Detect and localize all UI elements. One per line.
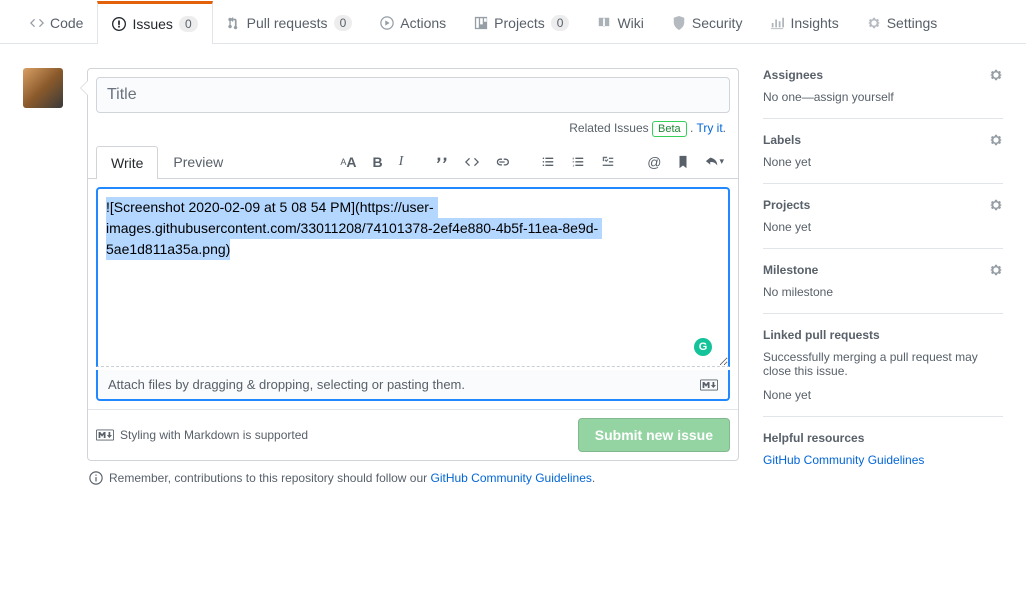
bookmark-icon[interactable]: [671, 151, 695, 173]
info-icon: [89, 471, 103, 485]
avatar[interactable]: [23, 68, 63, 108]
related-issues-label: Related Issues: [569, 121, 648, 135]
code-icon[interactable]: [459, 151, 485, 173]
attach-hint-text: Attach files by dragging & dropping, sel…: [108, 377, 465, 392]
assignees-title: Assignees: [763, 68, 823, 82]
grammarly-icon[interactable]: G: [694, 338, 712, 356]
graph-icon: [770, 16, 784, 30]
labels-title: Labels: [763, 133, 801, 147]
milestone-title: Milestone: [763, 263, 818, 277]
quote-icon[interactable]: [429, 151, 455, 173]
unordered-list-icon[interactable]: [535, 151, 561, 173]
tab-pulls-label: Pull requests: [247, 15, 328, 31]
projects-count: 0: [551, 15, 570, 31]
tab-pulls[interactable]: Pull requests 0: [213, 0, 367, 43]
shield-icon: [672, 16, 686, 30]
tab-wiki[interactable]: Wiki: [583, 0, 657, 43]
assignees-none: No one—: [763, 90, 814, 104]
bold-icon[interactable]: B: [366, 150, 388, 174]
task-list-icon[interactable]: [595, 151, 621, 173]
labels-none: None yet: [763, 155, 1003, 169]
mention-icon[interactable]: @: [641, 150, 667, 174]
linked-title: Linked pull requests: [763, 328, 880, 342]
tab-projects[interactable]: Projects 0: [460, 0, 583, 43]
tab-wiki-label: Wiki: [617, 15, 643, 31]
link-icon[interactable]: [489, 151, 515, 173]
tab-actions[interactable]: Actions: [366, 0, 460, 43]
gear-icon[interactable]: [989, 263, 1003, 277]
tab-code[interactable]: Code: [16, 0, 97, 43]
markdown-toolbar: AA B I @ ▾: [334, 150, 730, 174]
code-icon: [30, 16, 44, 30]
sidebar-linked-prs: Linked pull requests Successfully mergin…: [763, 314, 1003, 417]
italic-icon[interactable]: I: [393, 150, 410, 174]
repo-nav: Code Issues 0 Pull requests 0 Actions Pr…: [0, 0, 1026, 44]
heading-icon[interactable]: AA: [334, 150, 362, 174]
try-it-link[interactable]: Try it: [696, 121, 722, 135]
ordered-list-icon[interactable]: [565, 151, 591, 173]
linked-none: None yet: [763, 388, 1003, 402]
markdown-icon: [700, 379, 718, 391]
book-icon: [597, 16, 611, 30]
community-guidelines-link[interactable]: GitHub Community Guidelines: [431, 471, 592, 485]
git-pull-request-icon: [227, 16, 241, 30]
tab-issues-label: Issues: [132, 16, 172, 32]
projects-title: Projects: [763, 198, 810, 212]
tab-settings-label: Settings: [887, 15, 938, 31]
linked-desc: Successfully merging a pull request may …: [763, 350, 1003, 378]
project-icon: [474, 16, 488, 30]
issue-opened-icon: [112, 17, 126, 31]
issues-count: 0: [179, 16, 198, 32]
gear-icon[interactable]: [989, 68, 1003, 82]
styling-hint-text: Styling with Markdown is supported: [120, 428, 308, 442]
issue-body-textarea[interactable]: [96, 187, 730, 367]
resources-title: Helpful resources: [763, 431, 864, 445]
reply-icon[interactable]: ▾: [699, 151, 730, 173]
tab-issues[interactable]: Issues 0: [97, 1, 212, 44]
guidelines-prefix: Remember, contributions to this reposito…: [109, 471, 431, 485]
assign-yourself-link[interactable]: assign yourself: [814, 90, 894, 104]
issue-title-input[interactable]: [96, 77, 730, 113]
sidebar-resources: Helpful resources GitHub Community Guide…: [763, 417, 1003, 481]
contrib-guidelines: Remember, contributions to this reposito…: [87, 461, 739, 495]
issue-sidebar: Assignees No one—assign yourself Labels …: [763, 68, 1003, 495]
play-icon: [380, 16, 394, 30]
editor-tabs: Write Preview AA B I @: [88, 145, 738, 179]
attach-files-hint[interactable]: Attach files by dragging & dropping, sel…: [96, 370, 730, 401]
form-footer: Styling with Markdown is supported Submi…: [88, 409, 738, 460]
tab-code-label: Code: [50, 15, 83, 31]
sidebar-labels: Labels None yet: [763, 119, 1003, 184]
gear-icon: [867, 16, 881, 30]
sidebar-milestone: Milestone No milestone: [763, 249, 1003, 314]
styling-hint[interactable]: Styling with Markdown is supported: [96, 428, 308, 442]
submit-new-issue-button[interactable]: Submit new issue: [578, 418, 730, 452]
related-issues-row: Related Issues Beta . Try it.: [88, 121, 738, 145]
tab-security[interactable]: Security: [658, 0, 757, 43]
projects-none: None yet: [763, 220, 1003, 234]
beta-badge: Beta: [652, 121, 687, 137]
tab-security-label: Security: [692, 15, 743, 31]
milestone-none: No milestone: [763, 285, 1003, 299]
tab-insights[interactable]: Insights: [756, 0, 852, 43]
sidebar-projects: Projects None yet: [763, 184, 1003, 249]
pulls-count: 0: [334, 15, 353, 31]
tab-actions-label: Actions: [400, 15, 446, 31]
markdown-icon: [96, 429, 114, 441]
new-issue-form: Related Issues Beta . Try it. Write Prev…: [87, 68, 739, 461]
resources-link[interactable]: GitHub Community Guidelines: [763, 453, 924, 467]
gear-icon[interactable]: [989, 198, 1003, 212]
tab-insights-label: Insights: [790, 15, 838, 31]
gear-icon[interactable]: [989, 133, 1003, 147]
write-tab[interactable]: Write: [96, 146, 158, 179]
tab-projects-label: Projects: [494, 15, 545, 31]
tab-settings[interactable]: Settings: [853, 0, 952, 43]
preview-tab[interactable]: Preview: [158, 145, 238, 178]
sidebar-assignees: Assignees No one—assign yourself: [763, 68, 1003, 119]
